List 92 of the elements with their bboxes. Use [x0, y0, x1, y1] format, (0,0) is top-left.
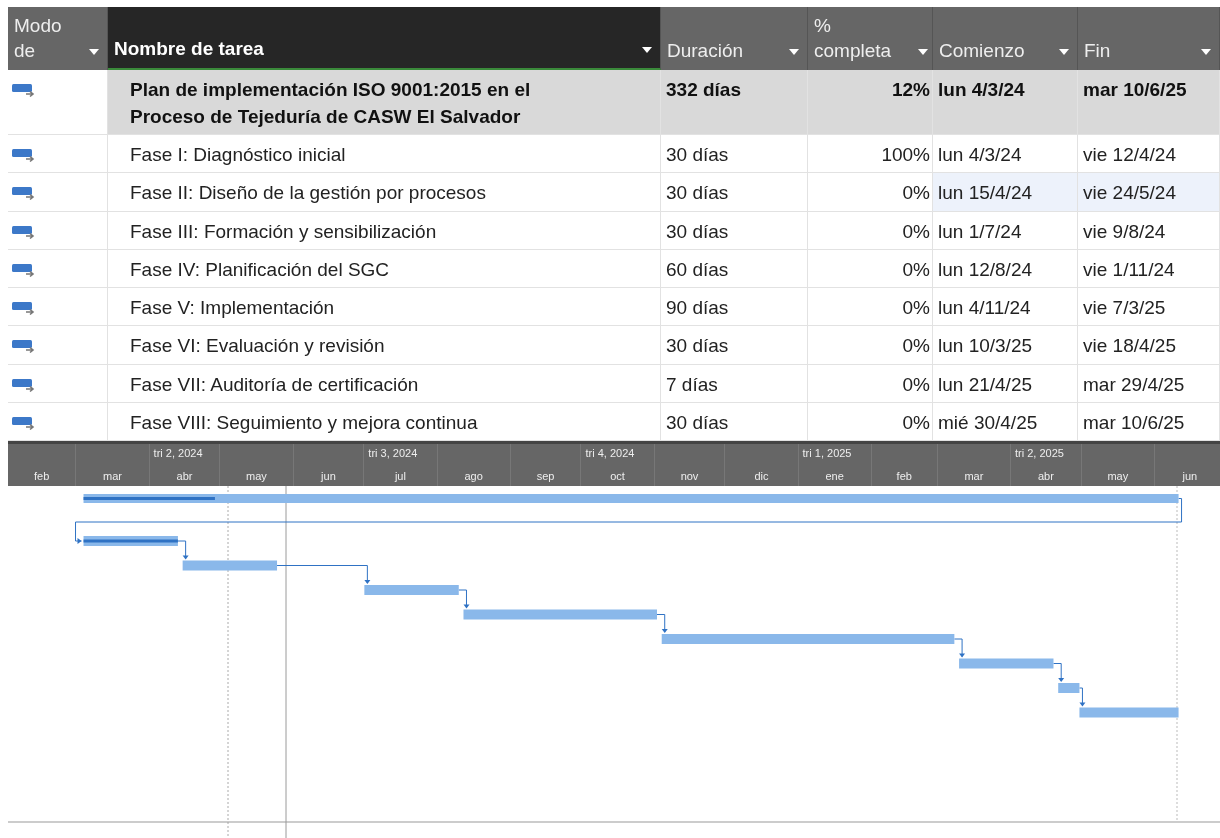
- column-header[interactable]: Duración: [661, 7, 808, 70]
- table-cell: lun 4/11/24: [933, 288, 1078, 326]
- table-cell: vie 18/4/25: [1078, 326, 1220, 364]
- month-label: abr: [1036, 470, 1055, 485]
- month-label: ene: [824, 470, 845, 485]
- month-label: ago: [463, 470, 484, 485]
- task-mode-icon: [12, 378, 36, 393]
- month-label: may: [245, 470, 268, 485]
- column-header[interactable]: Nombre de tarea: [108, 7, 661, 70]
- month-label: jun: [1181, 470, 1199, 485]
- table-cell: mar 29/4/25: [1078, 364, 1220, 403]
- table-cell: 30 días: [661, 326, 808, 364]
- table-cell: Fase III: Formación y sensibilización: [108, 211, 661, 249]
- table-cell: vie 7/3/25: [1078, 288, 1220, 326]
- table-cell: mar 10/6/25: [1078, 70, 1220, 134]
- column-header[interactable]: Fin: [1078, 7, 1220, 70]
- month-label: feb: [33, 470, 51, 485]
- arrow-head-icon: [1058, 678, 1065, 683]
- task-mode-icon: [12, 149, 36, 163]
- arrow-head-icon: [182, 555, 189, 560]
- table-cell: vie 1/11/24: [1078, 249, 1220, 288]
- quarter-label: tri 4, 2024: [585, 447, 635, 460]
- table-cell: lun 21/4/25: [933, 364, 1078, 403]
- task-mode-icon: [12, 263, 36, 278]
- quarter-label: tri 3, 2024: [368, 447, 418, 460]
- table-cell: lun 15/4/24: [933, 173, 1078, 211]
- month-label: jun: [319, 470, 337, 485]
- column-header[interactable]: Comienzo: [933, 7, 1078, 70]
- task-mode-icon: [12, 187, 36, 202]
- table-cell: lun 1/7/24: [933, 211, 1078, 249]
- task-mode-icon: [12, 340, 36, 355]
- table-cell: 7 días: [661, 364, 808, 403]
- table-cell: vie 9/8/24: [1078, 211, 1220, 249]
- month-label: may: [1106, 470, 1130, 485]
- table-cell: lun 12/8/24: [933, 249, 1078, 288]
- table-cell: 30 días: [661, 403, 808, 441]
- table-cell: lun 4/3/24: [933, 135, 1078, 173]
- month-label: oct: [609, 470, 626, 485]
- table-cell: lun 10/3/25: [933, 326, 1078, 364]
- table-cell: 90 días: [661, 288, 808, 326]
- table-cell: 0%: [808, 403, 933, 441]
- table-cell: 30 días: [661, 173, 808, 211]
- table-cell: 0%: [808, 211, 933, 249]
- table-cell: 100%: [808, 135, 933, 173]
- task-mode-icon: [12, 302, 36, 317]
- month-label: abr: [175, 470, 194, 485]
- arrow-head-icon: [364, 580, 371, 585]
- month-label: nov: [679, 470, 700, 485]
- gantt-bar[interactable]: [83, 536, 178, 547]
- table-cell: 0%: [808, 364, 933, 403]
- table-cell: vie 12/4/24: [1078, 135, 1220, 173]
- arrow-head-icon: [661, 629, 668, 634]
- table-cell: Fase IV: Planificación del SGC: [108, 249, 661, 288]
- arrow-head-icon: [959, 653, 966, 658]
- table-cell: Fase V: Implementación: [108, 288, 661, 326]
- table-cell: mar 10/6/25: [1078, 403, 1220, 441]
- arrow-head-icon: [77, 538, 82, 545]
- column-header[interactable]: % completa: [808, 7, 933, 70]
- table-cell: Fase I: Diagnóstico inicial: [108, 135, 661, 173]
- quarter-label: tri 1, 2025: [802, 447, 852, 460]
- table-cell: 30 días: [661, 211, 808, 249]
- table-cell: 332 días: [661, 70, 808, 134]
- column-header[interactable]: Modo de: [8, 7, 108, 70]
- table-cell: 0%: [808, 326, 933, 364]
- gantt-bar[interactable]: [83, 494, 1179, 504]
- task-mode-icon: [12, 417, 36, 432]
- table-cell: 0%: [808, 288, 933, 326]
- task-mode-icon: [12, 225, 36, 240]
- table-cell: Fase II: Diseño de la gestión por procesos: [108, 173, 661, 211]
- table-cell: Fase VI: Evaluación y revisión: [108, 326, 661, 364]
- month-label: mar: [102, 470, 123, 485]
- table-cell: vie 24/5/24: [1078, 173, 1220, 211]
- table-cell: 30 días: [661, 135, 808, 173]
- dropdown-arrow-icon[interactable]: [642, 47, 652, 53]
- month-label: mar: [963, 470, 985, 485]
- month-label: dic: [753, 470, 770, 485]
- month-label: feb: [895, 470, 913, 485]
- task-mode-icon: [12, 84, 36, 98]
- table-cell: mié 30/4/25: [933, 403, 1078, 441]
- quarter-label: tri 2, 2025: [1014, 447, 1064, 460]
- arrow-head-icon: [463, 604, 470, 609]
- month-label: jul: [393, 470, 407, 485]
- table-cell: Fase VII: Auditoría de certificación: [108, 364, 661, 403]
- table-cell: 0%: [808, 249, 933, 288]
- table-cell: Plan de implementación ISO 9001:2015 en el Proceso de Tejeduría de CASW El Salvador: [108, 70, 661, 134]
- table-cell: Fase VIII: Seguimiento y mejora continua: [108, 403, 661, 441]
- table-cell: lun 4/3/24: [933, 70, 1078, 134]
- quarter-label: tri 2, 2024: [153, 447, 203, 460]
- month-label: sep: [535, 470, 556, 485]
- arrow-head-icon: [1079, 702, 1086, 707]
- table-cell: 12%: [808, 70, 933, 134]
- table-cell: 60 días: [661, 249, 808, 288]
